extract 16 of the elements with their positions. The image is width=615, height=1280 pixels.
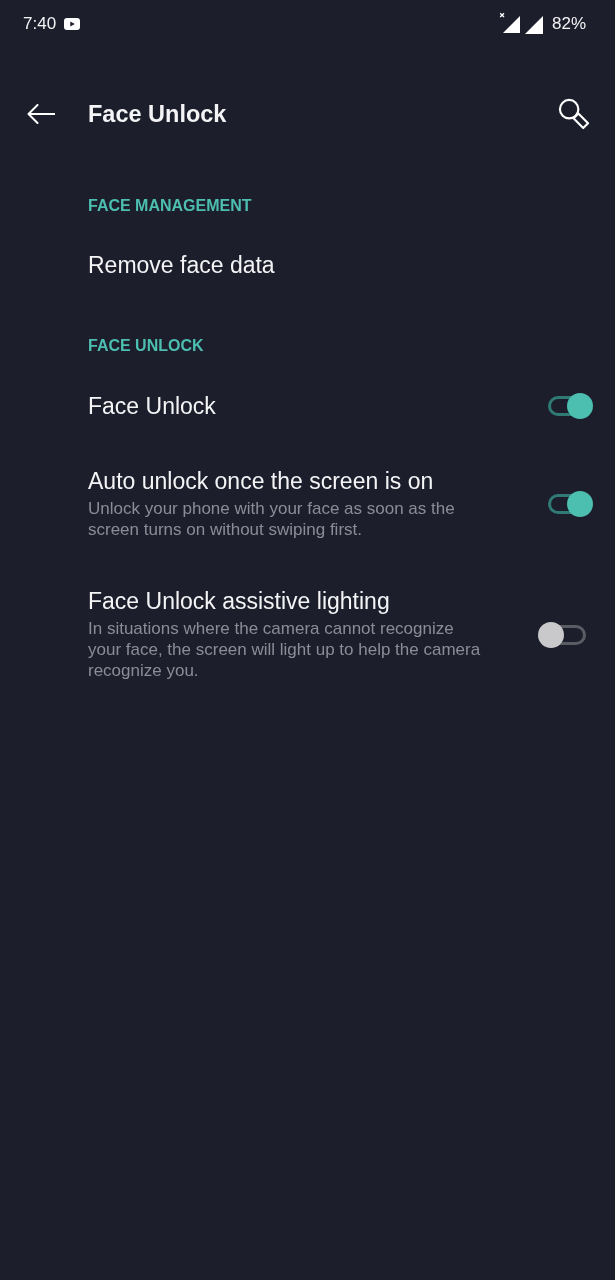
setting-description: In situations where the camera cannot recognize your face, the screen will light up to help the camera recognize you. [88,618,482,681]
menu-item[interactable]: Remove face data [88,252,275,278]
status-time: 7:40 [23,14,57,34]
signal-icon [498,11,520,33]
setting-title: Auto unlock once the screen is on [88,468,435,494]
page-title: Face Unlock [88,100,227,128]
signal-icon [524,15,543,34]
setting-title: Face Unlock assistive lighting [88,588,391,614]
section-header: FACE MANAGEMENT [88,196,252,216]
setting-title: Face Unlock [88,393,217,419]
setting-description: Unlock your phone with your face as soon as the screen turns on without swiping first. [88,498,456,540]
section-header: FACE UNLOCK [88,336,204,356]
battery-percentage: 82% [551,14,586,34]
back-arrow-icon[interactable] [27,104,55,124]
search-icon[interactable] [558,98,590,130]
video-play-icon [64,18,81,30]
